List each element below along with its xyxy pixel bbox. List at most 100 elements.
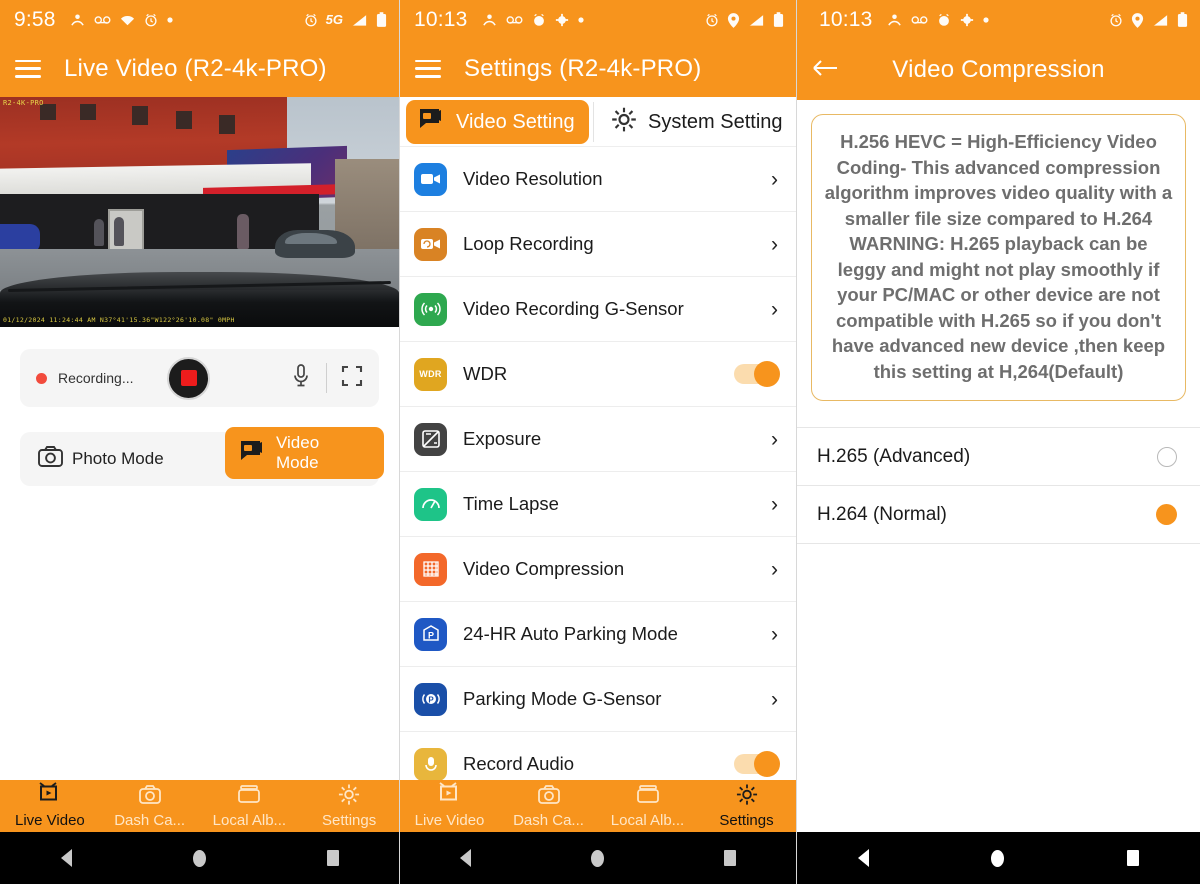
- voicemail-icon: [94, 14, 111, 26]
- bottom-tab-dash-cam[interactable]: Dash Ca...: [499, 784, 598, 829]
- bottom-tab-label: Dash Ca...: [114, 812, 186, 829]
- android-back-icon[interactable]: [460, 849, 471, 867]
- alarm-clock-icon: [144, 13, 158, 27]
- bottom-tab-local-album[interactable]: Local Alb...: [598, 784, 697, 829]
- compression-icon: [414, 552, 447, 586]
- gear-icon: [337, 783, 361, 811]
- fullscreen-icon[interactable]: [341, 365, 363, 392]
- bottom-tab-label: Local Alb...: [212, 812, 287, 829]
- setting-row-24hr-auto-parking-mode[interactable]: P 24-HR Auto Parking Mode ›: [400, 602, 796, 667]
- chevron-right-icon: ›: [771, 557, 778, 581]
- hamburger-menu-button[interactable]: [0, 59, 56, 78]
- bottom-tab-live-video[interactable]: Live Video: [400, 782, 499, 829]
- android-recents-icon[interactable]: [326, 850, 339, 866]
- chevron-right-icon: ›: [771, 427, 778, 451]
- dash-cam-icon: [138, 784, 162, 811]
- setting-row-parking-mode-g-sensor[interactable]: P Parking Mode G-Sensor ›: [400, 667, 796, 732]
- android-home-icon[interactable]: [591, 849, 604, 867]
- video-camera-icon: [418, 107, 446, 136]
- photo-mode-button[interactable]: Photo Mode: [20, 446, 164, 472]
- stop-record-button[interactable]: [167, 356, 211, 400]
- settings-list: Video Resolution › Loop Recording › Vide…: [400, 147, 796, 780]
- loop-recording-icon: [414, 227, 447, 261]
- setting-row-exposure[interactable]: Exposure ›: [400, 407, 796, 472]
- dot-icon: [577, 17, 584, 23]
- setting-row-record-audio[interactable]: Record Audio: [400, 732, 796, 780]
- android-nav-bar: [797, 832, 1200, 884]
- app-bar: Settings (R2-4k-PRO): [400, 40, 796, 97]
- android-nav-bar: [0, 832, 399, 884]
- hamburger-menu-button[interactable]: [400, 59, 456, 78]
- panel-video-compression: 10:13 Video Compression H.256 HEVC = Hig…: [796, 0, 1200, 884]
- content-spacer: [0, 486, 399, 780]
- bottom-tab-settings[interactable]: Settings: [299, 783, 399, 829]
- wdr-label: WDR: [419, 369, 442, 379]
- android-back-icon[interactable]: [858, 849, 870, 867]
- page-title: Settings (R2-4k-PRO): [464, 54, 702, 82]
- camera-icon: [38, 446, 63, 472]
- radio-unselected-icon[interactable]: [1157, 446, 1177, 467]
- setting-row-time-lapse[interactable]: Time Lapse ›: [400, 472, 796, 537]
- radio-selected-icon[interactable]: [1156, 504, 1177, 525]
- signal-icon: [351, 13, 368, 27]
- android-recents-icon[interactable]: [1126, 850, 1139, 866]
- setting-label: Video Recording G-Sensor: [463, 298, 684, 319]
- recording-indicator-dot: [36, 372, 47, 384]
- g-sensor-icon: [414, 292, 447, 326]
- setting-row-video-recording-g-sensor[interactable]: Video Recording G-Sensor ›: [400, 277, 796, 342]
- setting-row-video-resolution[interactable]: Video Resolution ›: [400, 147, 796, 212]
- alarm-clock-icon: [937, 13, 951, 27]
- local-album-icon: [237, 784, 261, 811]
- record-audio-toggle[interactable]: [734, 751, 780, 777]
- page-title: Live Video (R2-4k-PRO): [64, 54, 327, 82]
- setting-row-wdr[interactable]: WDR WDR: [400, 342, 796, 407]
- alarm-icon: [705, 13, 719, 27]
- settings-tab-strip: Video Setting System Setting: [400, 97, 796, 147]
- option-h264-normal[interactable]: H.264 (Normal): [797, 486, 1200, 544]
- battery-icon: [376, 12, 387, 28]
- preview-storefront: [0, 193, 320, 256]
- live-video-icon: [37, 782, 63, 811]
- dot-icon: [167, 17, 173, 23]
- video-mode-button[interactable]: Video Mode: [225, 427, 384, 479]
- signal-icon: [1152, 13, 1169, 27]
- bottom-tab-dash-cam[interactable]: Dash Ca...: [100, 784, 200, 829]
- setting-label: Parking Mode G-Sensor: [463, 688, 662, 709]
- setting-row-loop-recording[interactable]: Loop Recording ›: [400, 212, 796, 277]
- bottom-tab-label: Local Alb...: [610, 812, 685, 829]
- location-icon: [1131, 12, 1144, 28]
- bottom-tab-local-album[interactable]: Local Alb...: [200, 784, 300, 829]
- back-button[interactable]: [797, 58, 853, 83]
- compression-options-list: H.265 (Advanced) H.264 (Normal): [797, 427, 1200, 544]
- android-back-icon[interactable]: [60, 849, 72, 867]
- tab-video-setting[interactable]: Video Setting: [406, 99, 589, 144]
- option-h265-advanced[interactable]: H.265 (Advanced): [797, 428, 1200, 486]
- bottom-tab-live-video[interactable]: Live Video: [0, 782, 100, 829]
- wdr-toggle[interactable]: [734, 361, 780, 387]
- chevron-right-icon: ›: [771, 297, 778, 321]
- live-video-icon: [437, 782, 463, 811]
- preview-overlay-timestamp: 01/12/2024 11:24:44 AM N37°41'15.36"W122…: [3, 316, 235, 324]
- status-left-icons: [70, 13, 173, 28]
- microphone-icon[interactable]: [290, 363, 312, 394]
- hamburger-menu-icon: [15, 59, 41, 78]
- android-home-icon[interactable]: [192, 849, 206, 867]
- android-home-icon[interactable]: [991, 849, 1005, 867]
- setting-label: Video Resolution: [463, 168, 603, 189]
- back-arrow-icon: [811, 58, 839, 83]
- setting-row-video-compression[interactable]: Video Compression ›: [400, 537, 796, 602]
- photo-mode-label: Photo Mode: [72, 449, 164, 468]
- app-bar: Live Video (R2-4k-PRO): [0, 40, 399, 97]
- tab-system-setting[interactable]: System Setting: [598, 100, 795, 144]
- preview-person: [93, 218, 105, 247]
- status-bar: 9:58 5G: [0, 0, 399, 40]
- app-bar: Video Compression: [797, 40, 1200, 100]
- bottom-tab-settings[interactable]: Settings: [697, 783, 796, 829]
- status-time: 10:13: [414, 8, 468, 31]
- setting-label: Loop Recording: [463, 233, 594, 254]
- android-recents-icon[interactable]: [724, 850, 736, 866]
- mode-switch-card: Photo Mode Video Mode: [20, 427, 384, 486]
- recording-card: Recording...: [20, 349, 379, 407]
- live-video-preview[interactable]: R2-4K-PRO 01/12/2024 11:24:44 AM N37°41'…: [0, 97, 399, 327]
- video-mode-label: Video Mode: [276, 433, 320, 472]
